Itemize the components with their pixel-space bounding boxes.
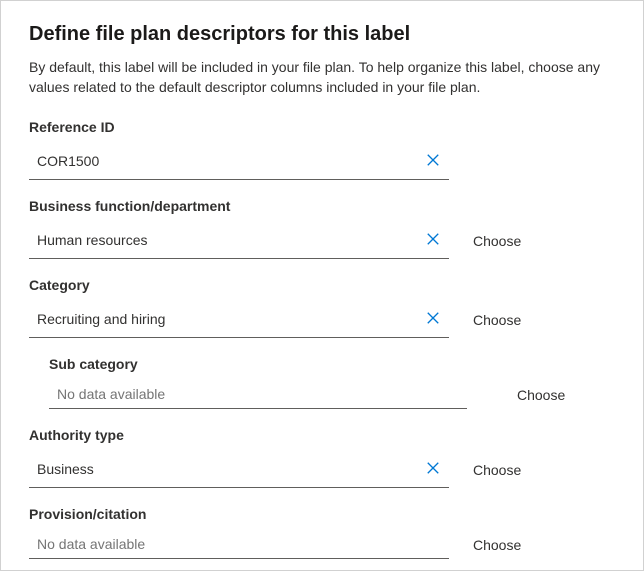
close-icon [426,311,440,328]
close-icon [426,153,440,170]
reference-id-input[interactable] [37,153,417,169]
business-function-input-wrapper [29,222,449,259]
authority-type-row: Choose [29,451,615,488]
authority-type-label: Authority type [29,427,615,443]
business-function-input[interactable] [37,232,417,248]
sub-category-choose-button[interactable]: Choose [517,387,565,403]
close-icon [426,232,440,249]
reference-id-clear-button[interactable] [417,149,449,173]
reference-id-row [29,143,615,180]
business-function-group: Business function/department Choose [29,198,615,259]
authority-type-clear-button[interactable] [417,457,449,481]
category-input-wrapper [29,301,449,338]
sub-category-label: Sub category [49,356,615,372]
business-function-row: Choose [29,222,615,259]
category-row: Choose [29,301,615,338]
reference-id-group: Reference ID [29,119,615,180]
provision-citation-input-wrapper [29,530,449,559]
sub-category-row: Choose [49,380,615,409]
business-function-label: Business function/department [29,198,615,214]
authority-type-choose-button[interactable]: Choose [473,462,521,478]
provision-citation-choose-button[interactable]: Choose [473,537,521,553]
page-title: Define file plan descriptors for this la… [29,23,615,46]
authority-type-input-wrapper [29,451,449,488]
reference-id-label: Reference ID [29,119,615,135]
provision-citation-label: Provision/citation [29,506,615,522]
sub-category-group: Sub category Choose [49,356,615,409]
reference-id-input-wrapper [29,143,449,180]
category-label: Category [29,277,615,293]
authority-type-group: Authority type Choose [29,427,615,488]
provision-citation-row: Choose [29,530,615,559]
close-icon [426,461,440,478]
page-description: By default, this label will be included … [29,58,615,97]
business-function-choose-button[interactable]: Choose [473,233,521,249]
category-clear-button[interactable] [417,307,449,331]
sub-category-input[interactable] [57,386,467,402]
provision-citation-group: Provision/citation Choose [29,506,615,559]
category-group: Category Choose Sub category Choose [29,277,615,409]
category-input[interactable] [37,311,417,327]
sub-category-input-wrapper [49,380,467,409]
category-choose-button[interactable]: Choose [473,312,521,328]
authority-type-input[interactable] [37,461,417,477]
business-function-clear-button[interactable] [417,228,449,252]
provision-citation-input[interactable] [37,536,449,552]
file-plan-panel: Define file plan descriptors for this la… [0,0,644,571]
